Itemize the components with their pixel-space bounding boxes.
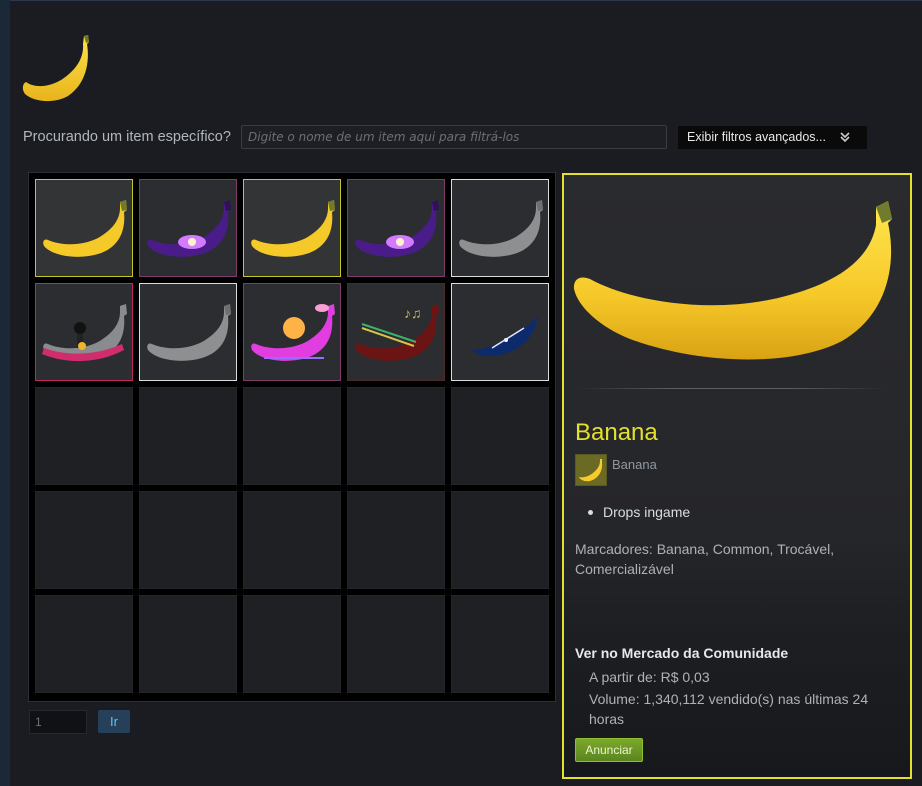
banana-space-icon (472, 316, 538, 357)
inventory-slot-empty[interactable] (35, 595, 133, 693)
inventory-slot-banana-llama[interactable] (35, 283, 133, 381)
item-detail-panel: Banana Banana Drops ingame Marcadores: B… (562, 173, 912, 779)
description-item: Drops ingame (603, 504, 691, 520)
inventory-slot-empty[interactable] (139, 387, 237, 485)
inventory-slot-banana-galaxy[interactable] (347, 179, 445, 277)
item-large-image (573, 201, 892, 360)
description-list: Drops ingame (588, 504, 690, 520)
go-page-button[interactable]: Ir (98, 710, 130, 733)
market-volume: Volume: 1,340,112 vendido(s) nas últimas… (589, 691, 869, 727)
inventory-slot-banana-music[interactable]: ♪♫ (347, 283, 445, 381)
inventory-grid: ♪♫ (28, 172, 556, 702)
market-starting-price: A partir de: R$ 0,03 (589, 669, 710, 685)
inventory-slot-empty[interactable] (347, 387, 445, 485)
inventory-slot-banana-grey[interactable] (139, 283, 237, 381)
inventory-slot-empty[interactable] (243, 491, 341, 589)
top-divider (10, 0, 922, 1)
search-label: Procurando um item específico? (23, 129, 231, 145)
inventory-slot-banana-grey[interactable] (451, 179, 549, 277)
item-name: Banana (575, 419, 658, 446)
game-icon[interactable] (575, 454, 607, 486)
detail-divider (576, 388, 886, 389)
inventory-slot-empty[interactable] (451, 491, 549, 589)
item-tags: Marcadores: Banana, Common, Trocável, Co… (575, 541, 835, 577)
inventory-slot-empty[interactable] (451, 595, 549, 693)
inventory-slot-empty[interactable] (139, 595, 237, 693)
inventory-slot-banana-synthwave[interactable] (243, 283, 341, 381)
banana-galaxy-icon (147, 200, 231, 257)
inventory-slot-empty[interactable] (139, 491, 237, 589)
advanced-filters-button[interactable]: Exibir filtros avançados... (678, 126, 867, 149)
banana-yellow-icon (251, 200, 335, 257)
inventory-slot-empty[interactable] (35, 387, 133, 485)
advanced-filters-label: Exibir filtros avançados... (687, 130, 826, 144)
double-chevron-down-icon (840, 132, 850, 143)
inventory-slot-banana-yellow[interactable] (243, 179, 341, 277)
banana-music-icon: ♪♫ (355, 304, 439, 361)
sell-button[interactable]: Anunciar (575, 738, 643, 762)
inventory-slot-empty[interactable] (451, 387, 549, 485)
community-market-link[interactable]: Ver no Mercado da Comunidade (575, 645, 788, 661)
inventory-slot-banana-galaxy[interactable] (139, 179, 237, 277)
inventory-slot-empty[interactable] (35, 491, 133, 589)
inventory-slot-empty[interactable] (243, 595, 341, 693)
svg-text:♪♫: ♪♫ (404, 305, 422, 321)
bullet-icon (588, 510, 593, 515)
page-number-input[interactable]: 1 (29, 710, 87, 734)
game-name[interactable]: Banana (612, 457, 657, 472)
inventory-slot-empty[interactable] (347, 491, 445, 589)
banana-yellow-icon (43, 200, 127, 257)
banana-llama-icon (42, 304, 127, 362)
banana-synthwave-icon (251, 304, 335, 361)
inventory-slot-banana-yellow[interactable] (35, 179, 133, 277)
banana-game-logo (22, 35, 90, 102)
inventory-slot-empty[interactable] (347, 595, 445, 693)
banana-galaxy-icon (355, 200, 439, 257)
banana-icon (579, 459, 603, 482)
inventory-slot-empty[interactable] (243, 387, 341, 485)
inventory-slot-banana-space[interactable] (451, 283, 549, 381)
left-edge-strip (0, 0, 10, 786)
banana-grey-icon (459, 200, 543, 257)
banana-grey-icon (147, 304, 231, 361)
item-search-input[interactable]: Digite o nome de um item aqui para filtr… (241, 125, 667, 149)
